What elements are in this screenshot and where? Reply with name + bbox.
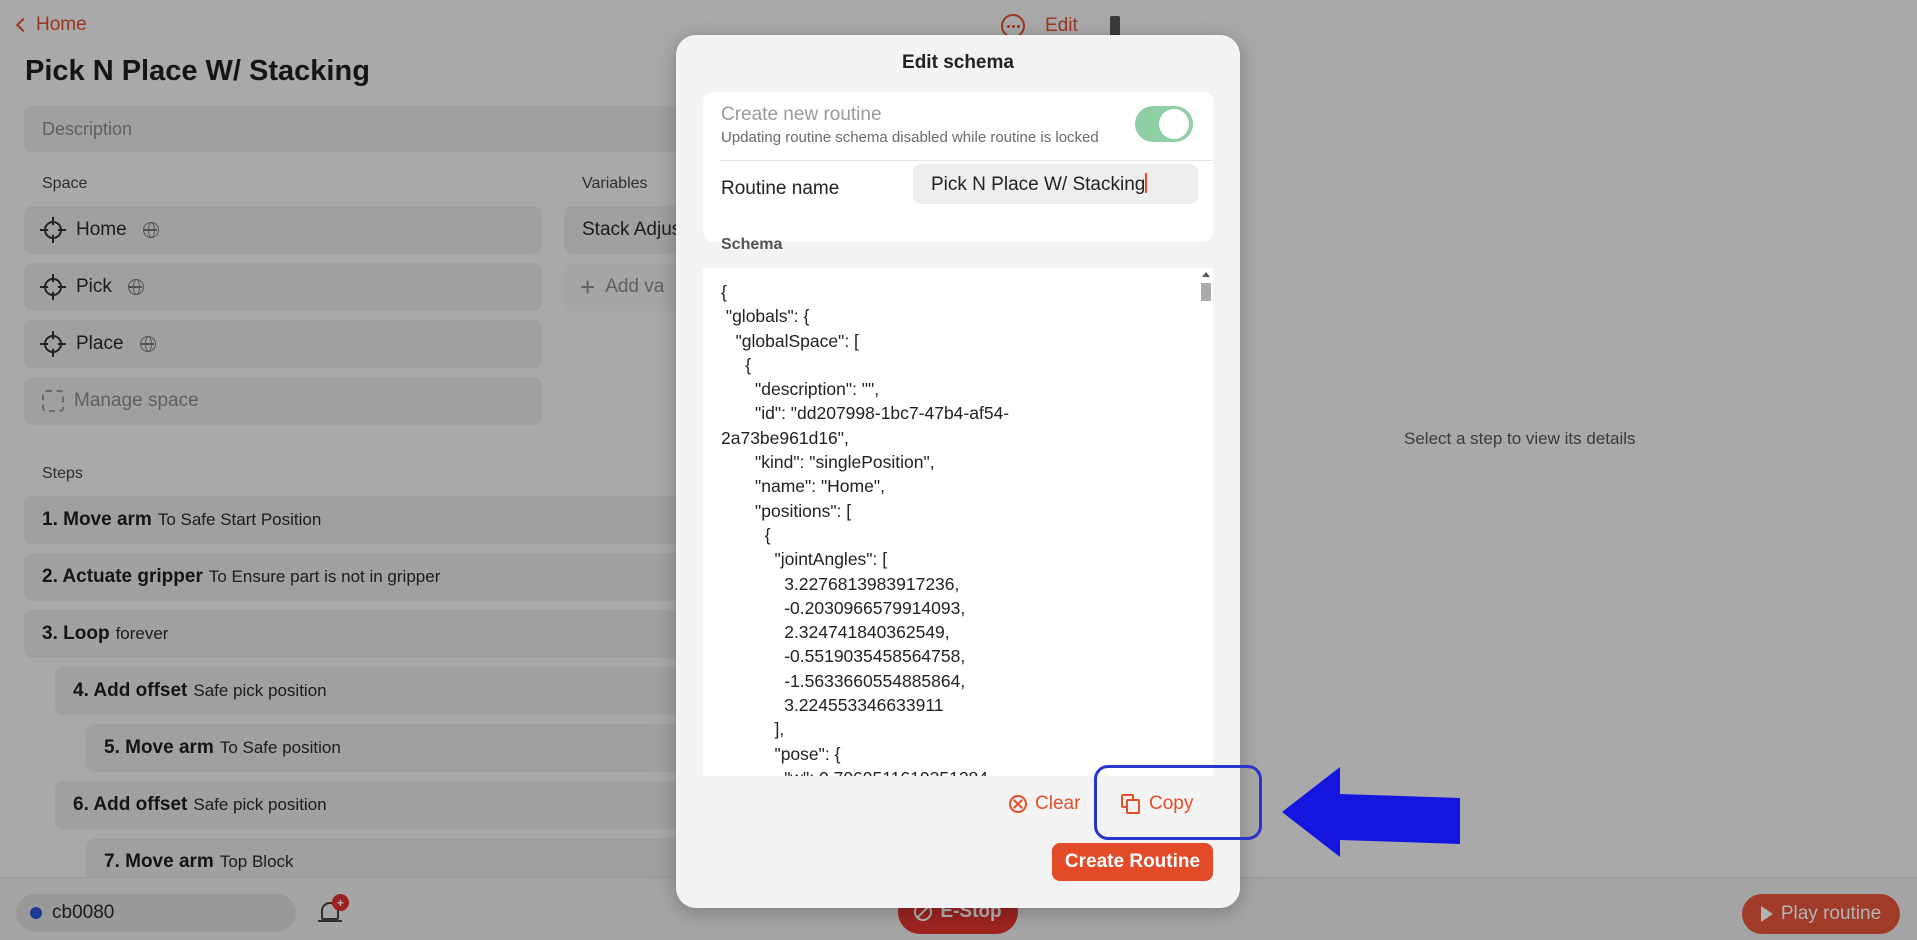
annotation-arrow-icon [1282,767,1460,857]
schema-label: Schema [721,236,783,253]
clear-button[interactable]: Clear [1009,793,1080,815]
create-new-routine-toggle[interactable] [1135,106,1193,142]
create-new-routine-label: Create new routine [721,104,882,125]
routine-name-input[interactable]: Pick N Place W/ Stacking [913,164,1198,204]
divider [721,160,1213,161]
routine-name-label: Routine name [721,178,840,199]
create-routine-button[interactable]: Create Routine [1052,843,1213,881]
schema-scrollbar[interactable] [1199,268,1213,776]
create-new-routine-hint: Updating routine schema disabled while r… [721,129,1099,146]
clear-circle-icon [1009,795,1027,813]
schema-content: { "globals": { "globalSpace": [ { "descr… [721,282,1010,776]
clear-label: Clear [1035,793,1081,814]
schema-textarea[interactable]: { "globals": { "globalSpace": [ { "descr… [703,268,1213,776]
annotation-highlight-box [1094,765,1262,840]
modal-title: Edit schema [902,52,1014,73]
routine-settings-card: Create new routine Updating routine sche… [703,92,1213,242]
